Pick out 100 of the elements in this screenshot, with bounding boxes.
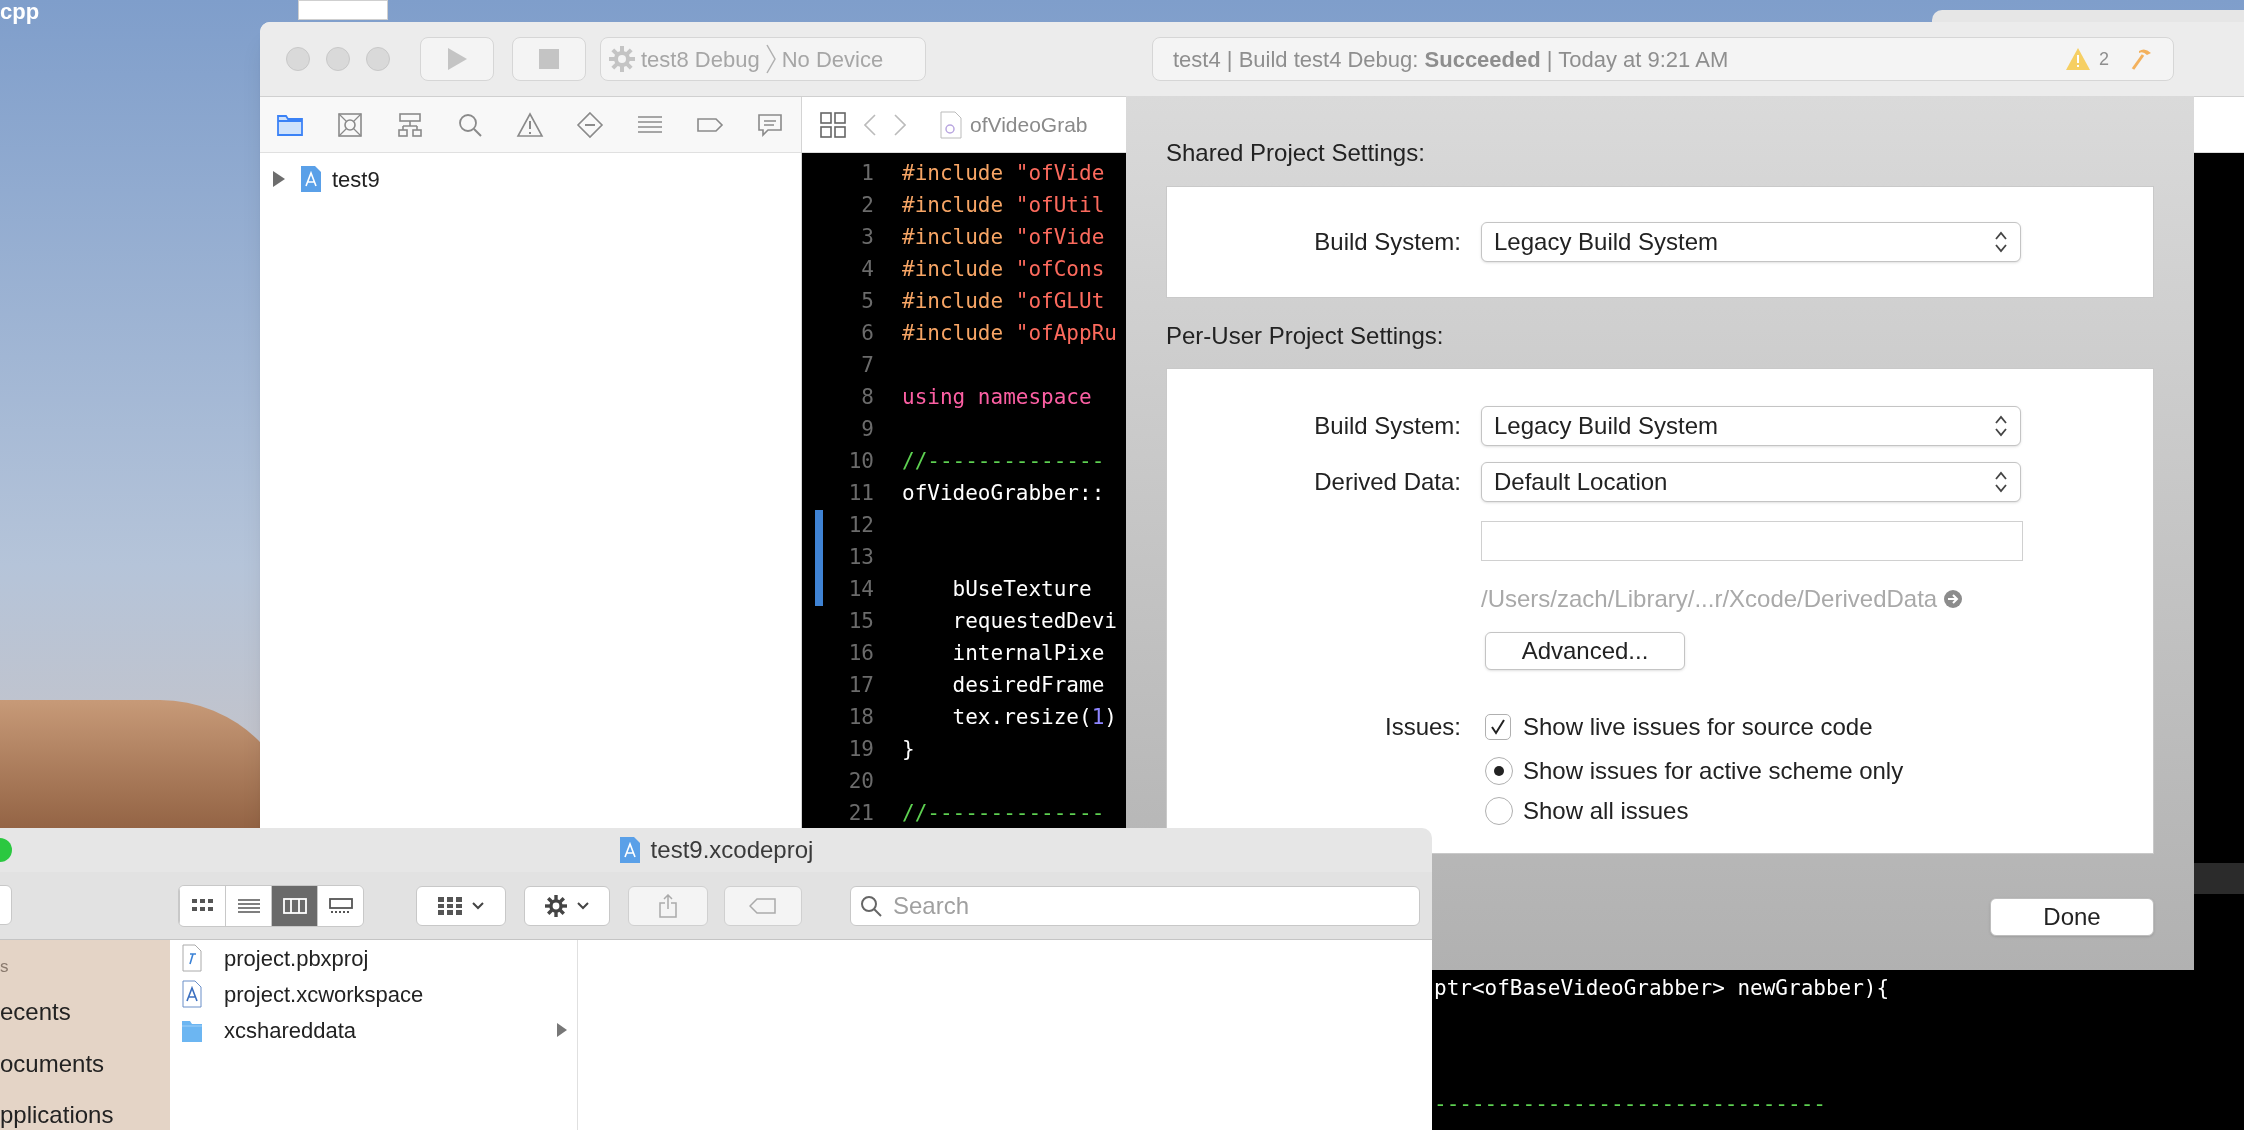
checkbox-label: Show live issues for source code xyxy=(1523,712,1873,742)
line-number: 12 xyxy=(847,512,874,540)
section-title: Per-User Project Settings: xyxy=(1166,321,1445,351)
done-button[interactable]: Done xyxy=(1990,898,2154,936)
popup-button[interactable]: Default Location xyxy=(1481,462,2021,502)
document-icon xyxy=(182,944,202,972)
project-file-icon xyxy=(618,836,641,864)
code-line: #include "ofGLUt xyxy=(902,288,1105,316)
file-name[interactable]: xcshareddata xyxy=(224,1013,557,1047)
caret-icon xyxy=(472,901,484,910)
code-line: //-------------- xyxy=(902,448,1105,476)
square-x-icon xyxy=(336,110,364,139)
code-line: #include "ofUtil xyxy=(902,192,1105,220)
line-number: 2 xyxy=(860,192,874,220)
destination-name: No Device xyxy=(781,45,884,74)
code-line: #include "ofAppRu xyxy=(902,320,1117,348)
sidebar-heading: s xyxy=(0,957,10,977)
code-line: internalPixe xyxy=(951,640,1105,668)
group-button[interactable] xyxy=(416,885,506,926)
line-number: 17 xyxy=(847,672,874,700)
warning-icon xyxy=(516,110,544,139)
project-file-icon xyxy=(300,165,322,193)
view-mode-button[interactable] xyxy=(179,885,225,926)
grid-icon[interactable] xyxy=(820,111,846,138)
view-mode-button[interactable] xyxy=(271,885,317,926)
text-field[interactable] xyxy=(1481,521,2023,561)
code-line: tex.resize(1) xyxy=(951,704,1117,732)
sidebar-item[interactable]: pplications xyxy=(0,1100,170,1130)
disclosure-triangle-icon[interactable] xyxy=(272,171,286,187)
search-icon xyxy=(860,894,882,917)
line-number: 13 xyxy=(847,544,874,572)
field-label: Issues: xyxy=(1383,712,1461,742)
line-number: 14 xyxy=(847,576,874,604)
zoom-window-button[interactable] xyxy=(366,47,390,71)
share-button[interactable] xyxy=(628,885,708,926)
code-line: ptr<ofBaseVideoGrabber> newGrabber){ xyxy=(1434,975,1891,1002)
list-icon xyxy=(236,896,261,915)
gear-icon xyxy=(545,894,567,917)
section-title: Shared Project Settings: xyxy=(1166,138,1426,168)
arrow-circle-icon[interactable] xyxy=(1943,589,1964,609)
checkmark-icon xyxy=(1489,718,1507,736)
up-down-arrows-icon xyxy=(1994,471,2008,493)
build-status-text: test4 | Build test4 Debug: Succeeded | Today at 9:21 AM xyxy=(1173,45,1730,74)
project-name[interactable]: test9 xyxy=(332,162,380,196)
up-down-arrows-icon xyxy=(1994,415,2008,437)
view-mode-button[interactable] xyxy=(225,885,271,926)
field-label: Build System: xyxy=(1313,227,1461,257)
window-title: test9.xcodeproj xyxy=(650,835,814,865)
warning-icon[interactable] xyxy=(2065,47,2091,71)
line-number: 20 xyxy=(847,768,874,796)
radio-button[interactable] xyxy=(1485,797,1513,825)
close-window-button[interactable] xyxy=(286,47,310,71)
advanced-button[interactable]: Advanced... xyxy=(1485,632,1685,670)
up-down-arrows-icon xyxy=(1994,231,2008,253)
radio-label: Show all issues xyxy=(1523,796,1689,826)
file-name[interactable]: project.xcworkspace xyxy=(224,977,567,1011)
cpp-file-icon xyxy=(940,110,962,139)
stop-icon xyxy=(539,49,559,69)
field-label: Derived Data: xyxy=(1313,467,1461,497)
view-mode-button[interactable] xyxy=(317,885,363,926)
radio-button[interactable] xyxy=(1485,757,1513,785)
sidebar-item[interactable]: ocuments xyxy=(0,1049,170,1079)
code-line: ------------------------------- xyxy=(1434,1091,1827,1118)
code-line: ofVideoGrabber:: xyxy=(902,480,1105,508)
workspace-file-icon xyxy=(182,980,202,1008)
minimize-window-button[interactable] xyxy=(326,47,350,71)
tag-button[interactable] xyxy=(724,885,802,926)
stop-button[interactable] xyxy=(512,37,586,81)
line-number: 7 xyxy=(860,352,874,380)
line-number: 9 xyxy=(860,416,874,444)
line-number: 10 xyxy=(847,448,874,476)
code-line: desiredFrame xyxy=(951,672,1105,700)
code-line: #include "ofCons xyxy=(902,256,1105,284)
document-thumbnail[interactable] xyxy=(298,0,388,20)
code-line: } xyxy=(902,736,915,764)
popup-button[interactable]: Legacy Build System xyxy=(1481,406,2021,446)
checkbox[interactable] xyxy=(1485,714,1511,740)
popup-button[interactable]: Legacy Build System xyxy=(1481,222,2021,262)
code-line: #include "ofVide xyxy=(902,160,1105,188)
caret-icon xyxy=(577,901,589,910)
sidebar-item[interactable]: ecents xyxy=(0,997,170,1027)
scheme-name: test8 Debug xyxy=(641,45,760,74)
line-number: 11 xyxy=(847,480,874,508)
action-button[interactable] xyxy=(524,885,610,926)
share-icon xyxy=(659,893,677,918)
line-number: 5 xyxy=(860,288,874,316)
radio-label: Show issues for active scheme only xyxy=(1523,756,1904,786)
file-name[interactable]: project.pbxproj xyxy=(224,941,567,975)
forward-icon[interactable] xyxy=(894,113,906,136)
search-field[interactable]: Search xyxy=(850,885,1420,926)
back-icon[interactable] xyxy=(864,113,876,136)
field-label: Build System: xyxy=(1313,411,1461,441)
disclosure-triangle-icon xyxy=(557,1023,567,1037)
grid-icon xyxy=(438,896,462,915)
hammer-icon xyxy=(2129,47,2153,71)
run-button[interactable] xyxy=(420,37,494,81)
line-number: 4 xyxy=(860,256,874,284)
code-line: //-------------- xyxy=(902,800,1105,828)
code-line: using namespace xyxy=(902,384,1092,412)
warning-count: 2 xyxy=(2099,47,2109,71)
